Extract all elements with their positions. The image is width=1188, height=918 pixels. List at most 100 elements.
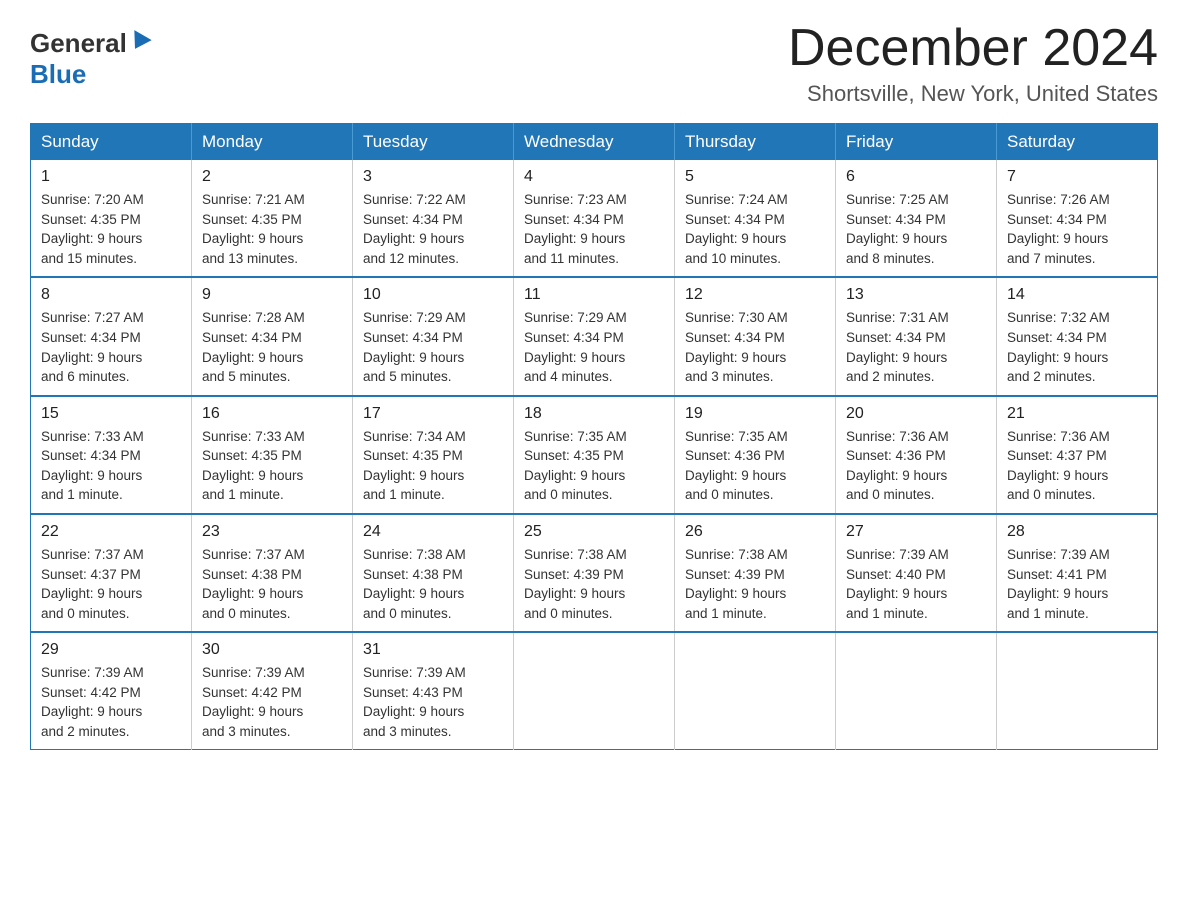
day-info: Sunrise: 7:37 AMSunset: 4:38 PMDaylight:…	[202, 545, 342, 623]
calendar-cell: 3Sunrise: 7:22 AMSunset: 4:34 PMDaylight…	[353, 160, 514, 277]
sunset-info: Sunset: 4:34 PM	[363, 330, 463, 345]
day-info: Sunrise: 7:37 AMSunset: 4:37 PMDaylight:…	[41, 545, 181, 623]
daylight-info: Daylight: 9 hours	[202, 704, 303, 719]
sunset-info: Sunset: 4:35 PM	[363, 448, 463, 463]
sunrise-info: Sunrise: 7:29 AM	[363, 310, 466, 325]
calendar-body: 1 Sunrise: 7:20 AMSunset: 4:35 PMDaylight…	[31, 160, 1158, 750]
header-monday: Monday	[192, 124, 353, 161]
calendar-cell: 25Sunrise: 7:38 AMSunset: 4:39 PMDayligh…	[514, 514, 675, 632]
sunrise-info: Sunrise: 7:27 AM	[41, 310, 144, 325]
day-number: 1	[41, 168, 181, 186]
sunset-info: Sunset: 4:34 PM	[363, 212, 463, 227]
sunrise-info: Sunrise: 7:39 AM	[846, 547, 949, 562]
day-number: 19	[685, 405, 825, 423]
daylight-minutes: and 11 minutes.	[524, 251, 619, 266]
day-info: Sunrise: 7:20 AMSunset: 4:35 PMDaylight:…	[41, 190, 181, 268]
daylight-minutes: and 2 minutes.	[1007, 369, 1096, 384]
sunrise-info: Sunrise: 7:39 AM	[363, 665, 466, 680]
daylight-info: Daylight: 9 hours	[202, 231, 303, 246]
day-number: 27	[846, 523, 986, 541]
daylight-minutes: and 5 minutes.	[202, 369, 291, 384]
daylight-minutes: and 3 minutes.	[685, 369, 774, 384]
day-info: Sunrise: 7:33 AMSunset: 4:35 PMDaylight:…	[202, 427, 342, 505]
day-number: 24	[363, 523, 503, 541]
day-info: Sunrise: 7:29 AM Sunset: 4:34 PM Daylight:…	[363, 308, 503, 386]
calendar-cell	[997, 632, 1158, 750]
day-info: Sunrise: 7:26 AMSunset: 4:34 PMDaylight:…	[1007, 190, 1147, 268]
day-info: Sunrise: 7:29 AMSunset: 4:34 PMDaylight:…	[524, 308, 664, 386]
daylight-minutes: and 13 minutes.	[202, 251, 298, 266]
day-number: 30	[202, 641, 342, 659]
daylight-info: Daylight: 9 hours	[846, 586, 947, 601]
day-info: Sunrise: 7:39 AMSunset: 4:43 PMDaylight:…	[363, 663, 503, 741]
day-info: Sunrise: 7:36 AMSunset: 4:37 PMDaylight:…	[1007, 427, 1147, 505]
calendar-cell: 14Sunrise: 7:32 AMSunset: 4:34 PMDayligh…	[997, 277, 1158, 395]
calendar-cell: 13Sunrise: 7:31 AMSunset: 4:34 PMDayligh…	[836, 277, 997, 395]
daylight-minutes: and 1 minute.	[41, 487, 123, 502]
day-number: 17	[363, 405, 503, 423]
day-info: Sunrise: 7:30 AMSunset: 4:34 PMDaylight:…	[685, 308, 825, 386]
calendar-cell: 21Sunrise: 7:36 AMSunset: 4:37 PMDayligh…	[997, 396, 1158, 514]
daylight-info: Daylight: 9 hours	[41, 704, 142, 719]
sunrise-info: Sunrise: 7:29 AM	[524, 310, 627, 325]
daylight-minutes: and 12 minutes.	[363, 251, 459, 266]
sunrise-info: Sunrise: 7:21 AM	[202, 192, 305, 207]
sunset-info: Sunset: 4:36 PM	[685, 448, 785, 463]
day-number: 31	[363, 641, 503, 659]
sunset-info: Sunset: 4:38 PM	[363, 567, 463, 582]
daylight-info: Daylight: 9 hours	[363, 350, 464, 365]
header-saturday: Saturday	[997, 124, 1158, 161]
day-number: 25	[524, 523, 664, 541]
daylight-minutes: and 1 minute.	[202, 487, 284, 502]
sunrise-info: Sunrise: 7:35 AM	[685, 429, 788, 444]
sunset-info: Sunset: 4:36 PM	[846, 448, 946, 463]
day-info: Sunrise: 7:39 AMSunset: 4:42 PMDaylight:…	[202, 663, 342, 741]
daylight-minutes: and 0 minutes.	[846, 487, 935, 502]
calendar-cell: 7Sunrise: 7:26 AMSunset: 4:34 PMDaylight…	[997, 160, 1158, 277]
daylight-minutes: and 3 minutes.	[363, 724, 452, 739]
daylight-minutes: and 7 minutes.	[1007, 251, 1096, 266]
calendar-cell: 18Sunrise: 7:35 AMSunset: 4:35 PMDayligh…	[514, 396, 675, 514]
day-number: 22	[41, 523, 181, 541]
calendar-cell: 22 Sunrise: 7:37 AMSunset: 4:37 PMDayligh…	[31, 514, 192, 632]
daylight-info: Daylight: 9 hours	[846, 468, 947, 483]
day-info: Sunrise: 7:27 AMSunset: 4:34 PMDaylight:…	[41, 308, 181, 386]
day-info: Sunrise: 7:39 AMSunset: 4:42 PMDaylight:…	[41, 663, 181, 741]
daylight-info: Daylight: 9 hours	[202, 350, 303, 365]
header-friday: Friday	[836, 124, 997, 161]
calendar-cell: 20Sunrise: 7:36 AMSunset: 4:36 PMDayligh…	[836, 396, 997, 514]
day-number: 26	[685, 523, 825, 541]
daylight-info: Daylight: 9 hours	[524, 468, 625, 483]
calendar-cell: 28Sunrise: 7:39 AMSunset: 4:41 PMDayligh…	[997, 514, 1158, 632]
sunset-info: Sunset: 4:34 PM	[685, 330, 785, 345]
daylight-minutes: and 1 minute.	[685, 606, 767, 621]
day-info: Sunrise: 7:31 AMSunset: 4:34 PMDaylight:…	[846, 308, 986, 386]
day-number: 10	[363, 286, 503, 304]
calendar-cell: 4Sunrise: 7:23 AMSunset: 4:34 PMDaylight…	[514, 160, 675, 277]
week-row-3: 15Sunrise: 7:33 AMSunset: 4:34 PMDayligh…	[31, 396, 1158, 514]
daylight-minutes: and 0 minutes.	[363, 606, 452, 621]
daylight-minutes: and 8 minutes.	[846, 251, 935, 266]
daylight-minutes: and 15 minutes.	[41, 251, 137, 266]
daylight-info: Daylight: 9 hours	[685, 586, 786, 601]
day-number: 16	[202, 405, 342, 423]
day-info: Sunrise: 7:23 AMSunset: 4:34 PMDaylight:…	[524, 190, 664, 268]
sunrise-info: Sunrise: 7:38 AM	[685, 547, 788, 562]
logo-triangle-icon	[126, 30, 151, 54]
day-info: Sunrise: 7:21 AMSunset: 4:35 PMDaylight:…	[202, 190, 342, 268]
daylight-info: Daylight: 9 hours	[202, 586, 303, 601]
week-row-1: 1 Sunrise: 7:20 AMSunset: 4:35 PMDaylight…	[31, 160, 1158, 277]
sunrise-info: Sunrise: 7:36 AM	[846, 429, 949, 444]
title-area: December 2024 Shortsville, New York, Uni…	[788, 20, 1158, 107]
sunset-info: Sunset: 4:41 PM	[1007, 567, 1107, 582]
sunset-info: Sunset: 4:39 PM	[685, 567, 785, 582]
calendar-cell	[675, 632, 836, 750]
day-info: Sunrise: 7:25 AMSunset: 4:34 PMDaylight:…	[846, 190, 986, 268]
day-number: 3	[363, 168, 503, 186]
daylight-minutes: and 0 minutes.	[524, 487, 613, 502]
day-number: 11	[524, 286, 664, 304]
sunset-info: Sunset: 4:39 PM	[524, 567, 624, 582]
location-subtitle: Shortsville, New York, United States	[788, 81, 1158, 107]
sunset-info: Sunset: 4:34 PM	[202, 330, 302, 345]
calendar-cell: 9Sunrise: 7:28 AMSunset: 4:34 PMDaylight…	[192, 277, 353, 395]
